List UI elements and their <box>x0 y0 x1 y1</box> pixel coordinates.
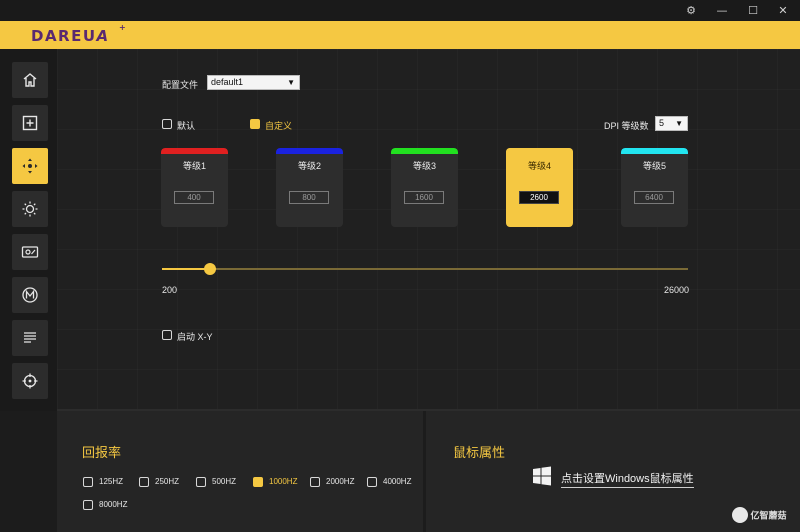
chevron-down-icon: ▼ <box>675 119 683 128</box>
rate-8000-checkbox[interactable] <box>83 500 93 510</box>
sidebar-item-target[interactable] <box>12 363 48 399</box>
dpi-value-field[interactable]: 1600 <box>404 191 444 204</box>
mouse-properties-title: 鼠标属性 <box>453 445 506 460</box>
logo-plus: + <box>119 23 128 32</box>
brand-bar: DAREUA + <box>0 21 800 49</box>
dpi-card-title: 等级1 <box>182 161 206 171</box>
maximize-button[interactable]: ☐ <box>738 0 768 21</box>
profile-select[interactable]: default1 ▼ <box>207 75 300 90</box>
custom-label: 自定义 <box>265 121 293 131</box>
rate-1000-checkbox[interactable] <box>253 477 263 487</box>
list-icon <box>24 332 36 343</box>
sidebar-item-lighting[interactable] <box>12 191 48 227</box>
dpi-color-bar <box>391 148 458 154</box>
profile-select-value: default1 <box>211 77 244 87</box>
close-button[interactable]: ✕ <box>768 0 798 21</box>
dpi-value-field[interactable]: 800 <box>289 191 329 204</box>
watermark-logo-icon <box>732 507 748 523</box>
rate-4000-checkbox[interactable] <box>367 477 377 487</box>
slider-min-label: 200 <box>162 285 178 295</box>
default-label: 默认 <box>177 121 196 131</box>
dpi-card-5[interactable]: 等级5 6400 <box>621 148 688 227</box>
home-icon <box>23 73 37 87</box>
minimize-button[interactable]: — <box>707 0 737 21</box>
dpi-crosshair-icon <box>22 158 38 174</box>
logo-text: DAREU <box>31 27 97 45</box>
chevron-down-icon: ▼ <box>287 78 295 87</box>
rate-2000-label: 2000HZ <box>326 477 355 486</box>
settings-gear-icon[interactable]: ⚙ <box>676 0 706 21</box>
dpi-levels-select[interactable]: 5 ▼ <box>655 116 688 131</box>
target-icon <box>22 373 38 389</box>
dpi-card-title: 等级3 <box>412 161 436 171</box>
slider-max-label: 26000 <box>664 285 690 295</box>
title-bar: ⚙ — ☐ ✕ <box>0 0 800 21</box>
custom-checkbox[interactable] <box>250 119 260 129</box>
sidebar-item-home[interactable] <box>12 62 48 98</box>
rate-250-checkbox[interactable] <box>139 477 149 487</box>
dpi-color-bar <box>276 148 343 154</box>
dpi-panel: 配置文件 default1 ▼ 默认 自定义 DPI 等级数 5 ▼ 等级1 4… <box>57 49 800 411</box>
logo-mark: A <box>96 27 110 45</box>
rate-2000-checkbox[interactable] <box>310 477 320 487</box>
dpi-color-bar <box>621 148 688 154</box>
dpi-levels-value: 5 <box>659 118 665 128</box>
dpi-slider-track[interactable] <box>162 268 688 270</box>
sidebar-item-settings-list[interactable] <box>12 320 48 356</box>
watermark-text: 亿智蘑菇 <box>750 510 787 521</box>
dpi-value-field[interactable]: 400 <box>174 191 214 204</box>
sidebar-item-macro[interactable] <box>12 277 48 313</box>
dpi-value-field[interactable]: 2600 <box>519 191 559 204</box>
profile-label: 配置文件 <box>162 80 199 90</box>
dpi-card-title: 等级5 <box>642 161 666 171</box>
dpi-slider-thumb[interactable] <box>204 263 217 275</box>
sensor-icon <box>21 246 39 258</box>
windows-logo-icon <box>533 466 551 486</box>
rate-1000-label: 1000HZ <box>269 477 298 486</box>
rate-4000-label: 4000HZ <box>383 477 412 486</box>
dpi-card-2[interactable]: 等级2 800 <box>276 148 343 227</box>
dpi-slider-fill <box>162 268 211 270</box>
polling-rate-panel: 回报率 125HZ 250HZ 500HZ 1000HZ 2000HZ 4000… <box>57 411 423 532</box>
enable-xy-checkbox[interactable] <box>162 330 172 340</box>
macro-plus-icon <box>22 115 38 131</box>
sidebar-item-keys[interactable] <box>12 105 48 141</box>
rate-500-label: 500HZ <box>212 477 237 486</box>
sidebar-item-dpi[interactable] <box>12 148 48 184</box>
light-sun-icon <box>22 201 38 217</box>
dpi-levels-label: DPI 等级数 <box>604 121 649 131</box>
watermark: 亿智蘑菇 <box>732 507 798 529</box>
rate-125-label: 125HZ <box>99 477 124 486</box>
dpi-card-title: 等级4 <box>527 161 551 171</box>
dpi-card-1[interactable]: 等级1 400 <box>161 148 228 227</box>
rate-8000-label: 8000HZ <box>99 500 128 509</box>
sidebar <box>0 49 57 411</box>
dpi-card-title: 等级2 <box>297 161 321 171</box>
dpi-value-field[interactable]: 6400 <box>634 191 674 204</box>
sidebar-item-sensor[interactable] <box>12 234 48 270</box>
rate-125-checkbox[interactable] <box>83 477 93 487</box>
enable-xy-label: 启动 X-Y <box>177 332 213 342</box>
dpi-color-bar <box>161 148 228 154</box>
rate-500-checkbox[interactable] <box>196 477 206 487</box>
rate-250-label: 250HZ <box>155 477 180 486</box>
macro-m-icon <box>22 287 38 303</box>
windows-mouse-settings-link[interactable]: 点击设置Windows鼠标属性 <box>561 470 694 488</box>
default-checkbox[interactable] <box>162 119 172 129</box>
dpi-card-3[interactable]: 等级3 1600 <box>391 148 458 227</box>
polling-rate-title: 回报率 <box>82 445 122 460</box>
dpi-color-bar <box>506 148 573 154</box>
dpi-card-4[interactable]: 等级4 2600 <box>506 148 573 227</box>
dareu-logo: DAREUA + <box>31 23 126 45</box>
